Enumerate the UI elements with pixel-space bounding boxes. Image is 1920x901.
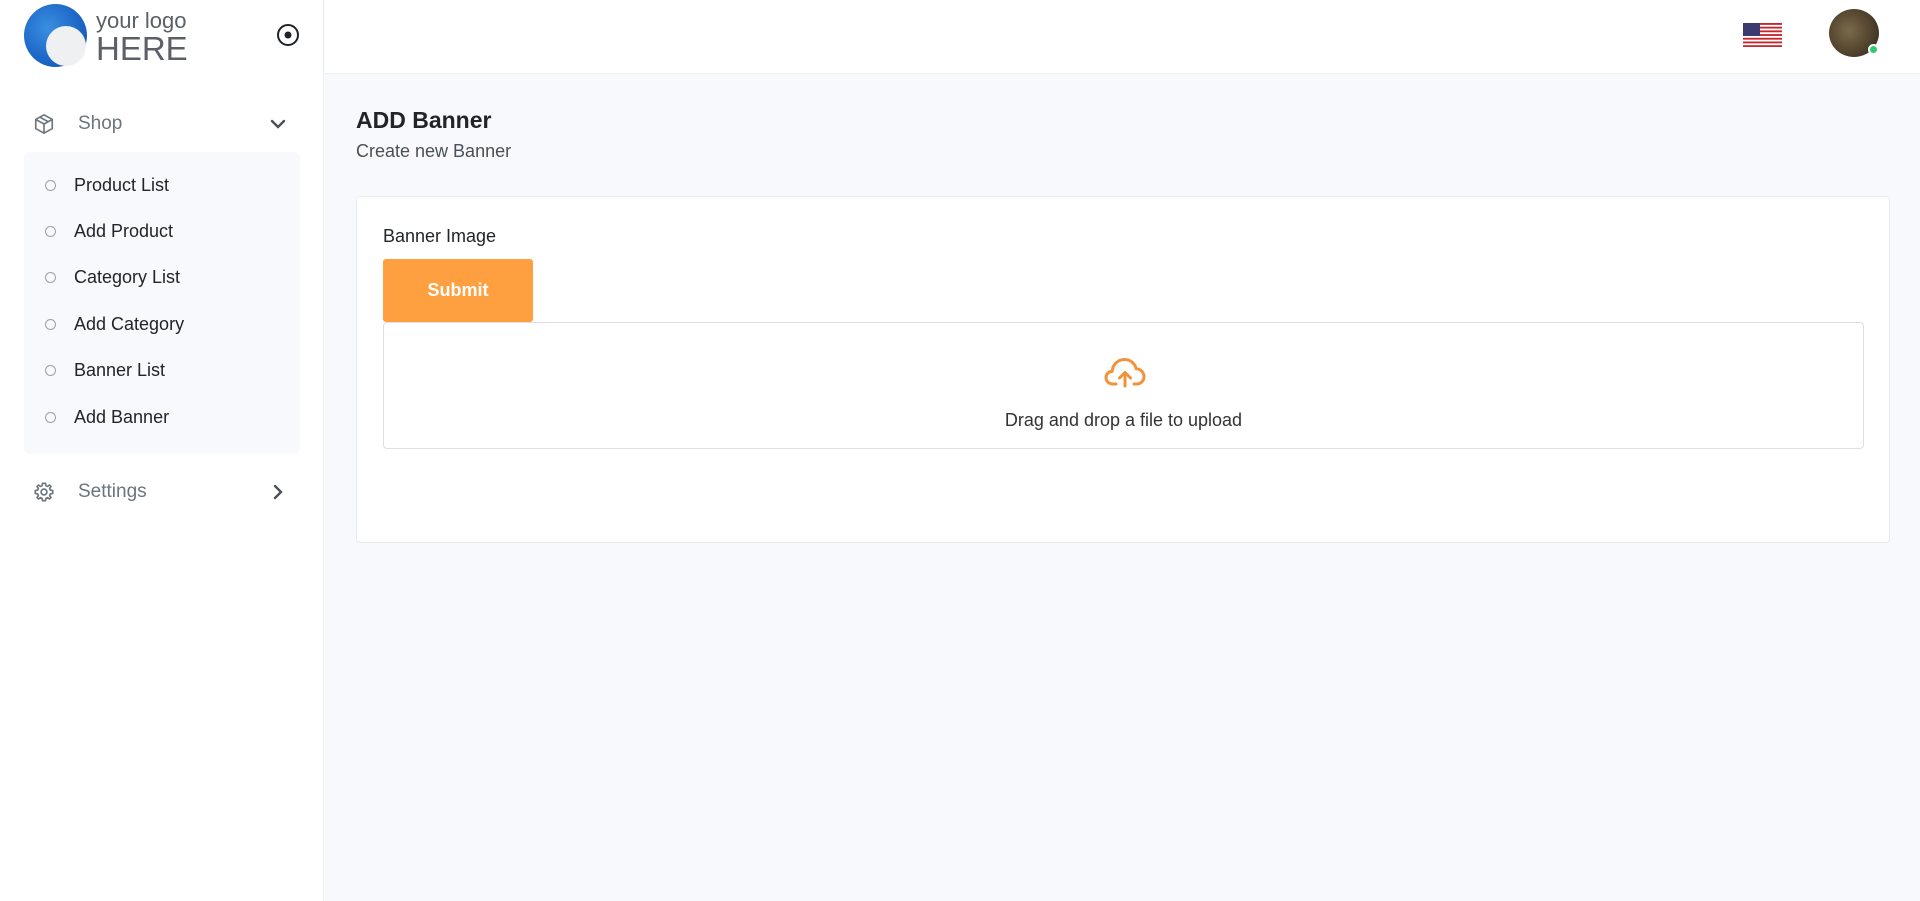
chevron-down-icon: [266, 116, 290, 132]
sidebar-item-label: Product List: [74, 174, 170, 195]
sidebar-item-banner-list[interactable]: Banner List: [24, 348, 300, 394]
brand-logo[interactable]: your logo HERE: [24, 4, 264, 68]
gear-icon: [24, 481, 64, 503]
shop-submenu: Product List Add Product Category List A…: [24, 152, 300, 454]
sidebar-item-label: Category List: [74, 267, 181, 288]
sidebar-item-add-category[interactable]: Add Category: [24, 301, 300, 347]
logo-mark: [24, 4, 87, 67]
circle-icon: [45, 365, 56, 377]
circle-icon: [45, 411, 56, 423]
logo-text-line1: your logo: [96, 8, 187, 33]
sidebar-item-label: Add Category: [74, 313, 185, 334]
cloud-upload-icon: [1104, 358, 1146, 388]
sidebar-item-label: Add Product: [74, 221, 174, 242]
sidebar-item-label: Shop: [78, 113, 123, 134]
circle-icon: [45, 318, 56, 330]
submit-button[interactable]: Submit: [383, 259, 533, 322]
circle-icon: [45, 272, 56, 284]
sidebar-item-product-list[interactable]: Product List: [24, 162, 300, 208]
banner-image-label: Banner Image: [383, 226, 497, 246]
top-bar: [325, 0, 1920, 74]
file-dropzone[interactable]: Drag and drop a file to upload: [383, 322, 1864, 449]
sidebar-item-label: Banner List: [74, 360, 166, 381]
page-subtitle: Create new Banner: [356, 141, 512, 161]
us-flag-icon[interactable]: [1743, 23, 1782, 47]
sidebar-item-add-banner[interactable]: Add Banner: [24, 394, 300, 440]
banner-form-card: Banner Image Submit Drag and drop a file…: [356, 196, 1890, 543]
online-status-indicator: [1868, 44, 1879, 55]
user-avatar[interactable]: [1829, 9, 1879, 57]
circle-icon: [45, 179, 56, 191]
page-title: ADD Banner: [356, 107, 492, 133]
target-icon: [277, 24, 299, 46]
sidebar-item-label: Add Banner: [74, 406, 170, 427]
box-icon: [24, 113, 64, 135]
sidebar-item-label: Settings: [78, 481, 147, 502]
sidebar-item-shop[interactable]: Shop: [24, 102, 300, 146]
sidebar-toggle-button[interactable]: [275, 22, 301, 48]
sidebar: your logo HERE Shop Product List Add Pro…: [0, 0, 324, 901]
sidebar-item-settings[interactable]: Settings: [24, 470, 300, 514]
circle-icon: [45, 226, 56, 238]
chevron-right-icon: [266, 484, 290, 500]
sidebar-item-category-list[interactable]: Category List: [24, 255, 300, 301]
logo-text-line2: HERE: [96, 30, 188, 67]
dropzone-text: Drag and drop a file to upload: [1004, 410, 1243, 430]
sidebar-item-add-product[interactable]: Add Product: [24, 208, 300, 254]
